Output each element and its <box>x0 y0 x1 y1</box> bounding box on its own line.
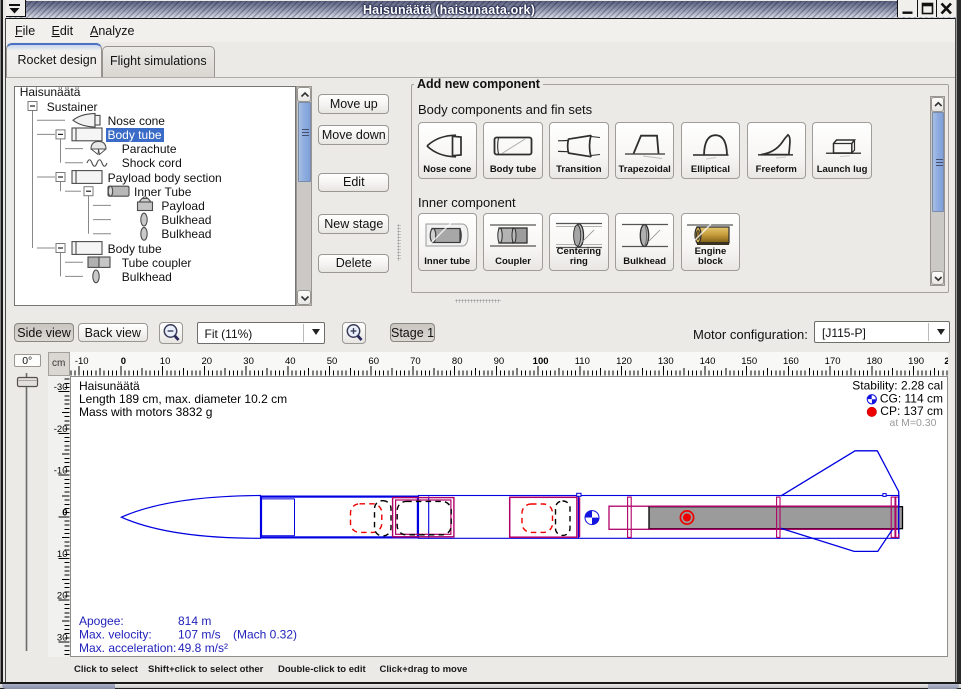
svg-text:180: 180 <box>866 356 882 367</box>
svg-text:30: 30 <box>57 632 68 643</box>
svg-text:49.8 m/s²: 49.8 m/s² <box>178 641 228 655</box>
svg-text:2: 2 <box>944 356 948 367</box>
svg-text:Max. velocity:: Max. velocity: <box>79 627 152 641</box>
svg-text:Stability: 2.28 cal: Stability: 2.28 cal <box>852 378 943 392</box>
svg-text:Haisunäätä: Haisunäätä <box>79 378 140 392</box>
svg-text:-10: -10 <box>54 465 68 476</box>
svg-text:CP: 137 cm: CP: 137 cm <box>880 403 943 417</box>
svg-text:40: 40 <box>285 356 296 367</box>
svg-text:Mass with motors 3832 g: Mass with motors 3832 g <box>79 405 212 419</box>
svg-text:0: 0 <box>120 356 125 367</box>
svg-text:70: 70 <box>410 356 421 367</box>
svg-text:10: 10 <box>57 549 68 560</box>
svg-text:140: 140 <box>699 356 715 367</box>
svg-text:-30: -30 <box>54 382 68 393</box>
svg-text:100: 100 <box>532 356 548 367</box>
svg-text:60: 60 <box>368 356 379 367</box>
svg-text:20: 20 <box>201 356 212 367</box>
svg-text:10: 10 <box>159 356 170 367</box>
svg-text:190: 190 <box>908 356 924 367</box>
svg-text:110: 110 <box>574 356 589 367</box>
svg-text:-10: -10 <box>74 356 88 367</box>
svg-text:Apogee:: Apogee: <box>79 614 124 628</box>
svg-text:-20: -20 <box>54 423 68 434</box>
svg-text:at M=0.30: at M=0.30 <box>889 417 936 429</box>
svg-text:50: 50 <box>326 356 337 367</box>
svg-text:90: 90 <box>493 356 504 367</box>
svg-text:20: 20 <box>57 590 68 601</box>
svg-text:30: 30 <box>243 356 254 367</box>
svg-text:160: 160 <box>782 356 798 367</box>
svg-text:80: 80 <box>451 356 462 367</box>
svg-text:170: 170 <box>824 356 840 367</box>
svg-text:Max. acceleration:: Max. acceleration: <box>79 641 176 655</box>
svg-text:150: 150 <box>741 356 757 367</box>
svg-text:814 m: 814 m <box>178 614 211 628</box>
svg-text:0: 0 <box>62 507 67 518</box>
svg-text:120: 120 <box>616 356 632 367</box>
svg-text:(Mach 0.32): (Mach 0.32) <box>233 627 297 641</box>
svg-text:130: 130 <box>657 356 673 367</box>
svg-text:Length 189 cm, max. diameter 1: Length 189 cm, max. diameter 10.2 cm <box>79 392 287 406</box>
svg-text:107 m/s: 107 m/s <box>178 627 221 641</box>
